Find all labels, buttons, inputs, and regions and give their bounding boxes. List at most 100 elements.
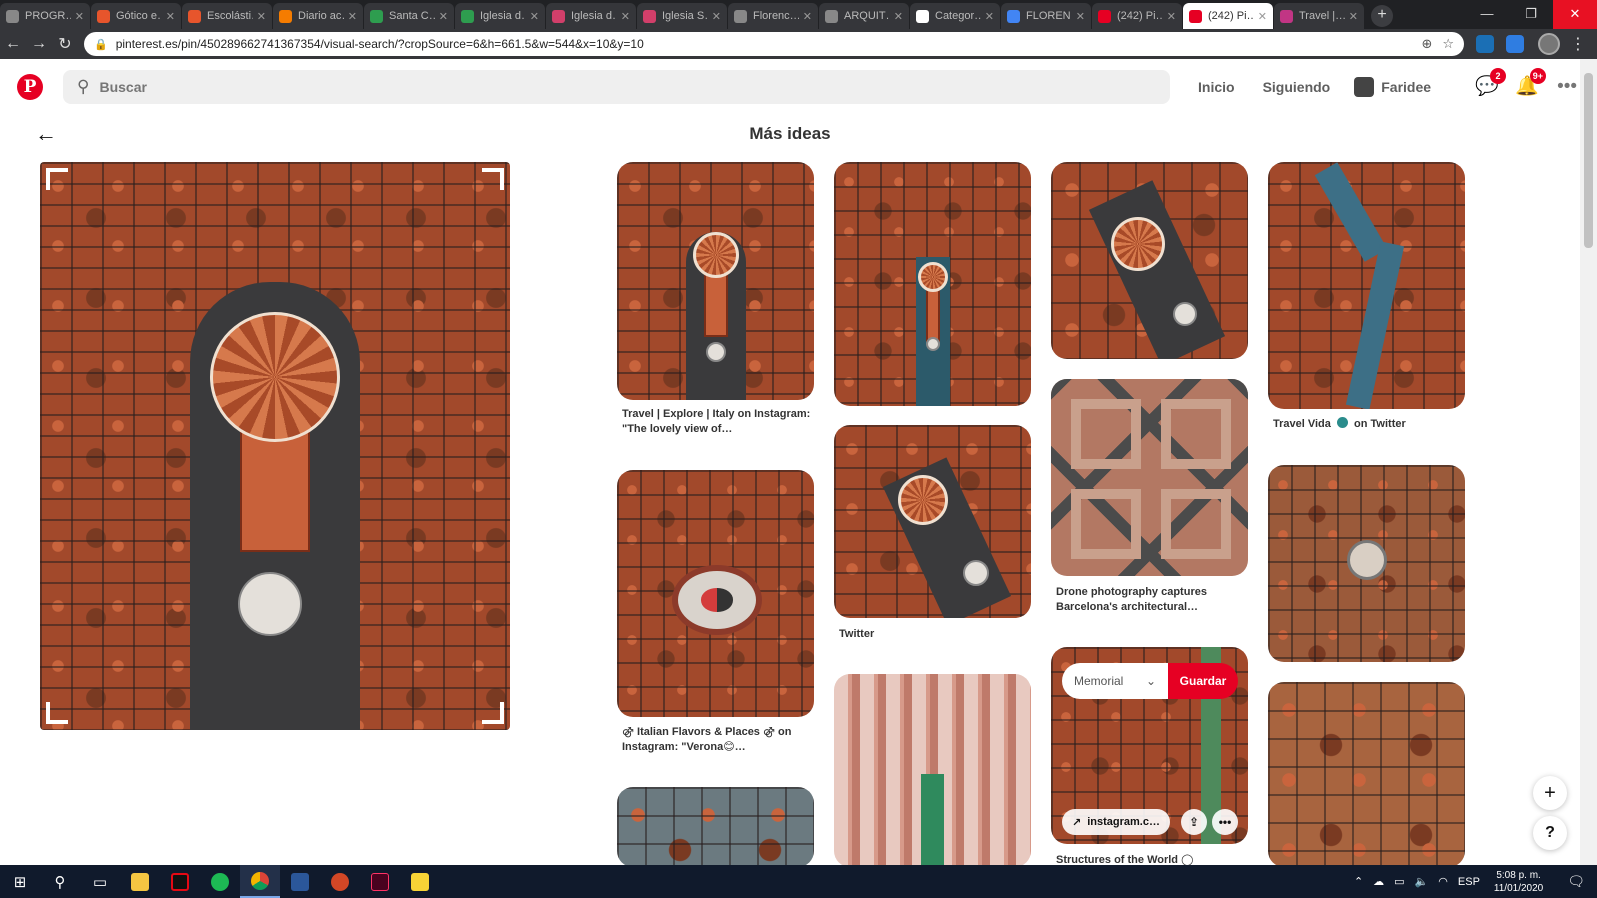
pin-caption[interactable]: Travel | Explore | Italy on Instagram: "…: [622, 407, 812, 437]
browser-tab[interactable]: Categor… ✕: [910, 3, 1000, 29]
nav-following[interactable]: Siguiendo: [1263, 79, 1331, 95]
netflix-icon[interactable]: [160, 865, 200, 898]
pin-card[interactable]: [617, 162, 814, 400]
close-tab-icon[interactable]: ✕: [75, 10, 84, 23]
messages-icon[interactable]: 💬 2: [1475, 68, 1507, 99]
pinterest-logo[interactable]: P: [17, 74, 43, 100]
system-clock[interactable]: 5:08 p. m. 11/01/2020: [1494, 869, 1543, 895]
search-icon[interactable]: ⚲: [40, 865, 80, 898]
back-arrow-icon[interactable]: ←: [0, 35, 26, 53]
browser-tab[interactable]: Escolásti… ✕: [182, 3, 272, 29]
close-tab-icon[interactable]: ✕: [439, 10, 448, 23]
pin-card[interactable]: [1051, 379, 1248, 576]
browser-tab[interactable]: Iglesia d… ✕: [455, 3, 545, 29]
cast-icon[interactable]: ⊕: [1421, 36, 1432, 52]
task-view-icon[interactable]: ▭: [80, 865, 120, 898]
file-explorer-icon[interactable]: [120, 865, 160, 898]
pin-card[interactable]: [1051, 162, 1248, 359]
crop-corner-handle[interactable]: [46, 168, 68, 190]
indesign-icon[interactable]: [360, 865, 400, 898]
browser-tab[interactable]: (242) Pi… ✕: [1092, 3, 1182, 29]
pin-caption[interactable]: Drone photography captures Barcelona's a…: [1056, 585, 1246, 615]
close-tab-icon[interactable]: ✕: [1167, 10, 1176, 23]
browser-tab[interactable]: (242) Pi… ✕: [1183, 3, 1273, 29]
browser-menu-icon[interactable]: ⋮: [1570, 34, 1586, 54]
cloud-icon[interactable]: ☁: [1373, 875, 1384, 888]
maximize-icon[interactable]: ❐: [1509, 0, 1553, 29]
crop-corner-handle[interactable]: [482, 168, 504, 190]
new-tab-button[interactable]: +: [1371, 5, 1393, 27]
main-pin-image[interactable]: [40, 162, 510, 730]
search-bar[interactable]: ⚲: [63, 70, 1170, 104]
search-input[interactable]: [99, 79, 1156, 95]
more-options-icon[interactable]: •••: [1212, 809, 1238, 835]
close-tab-icon[interactable]: ✕: [530, 10, 539, 23]
browser-tab[interactable]: Travel |… ✕: [1274, 3, 1364, 29]
pin-card[interactable]: [834, 674, 1031, 867]
chevron-up-icon[interactable]: ⌃: [1354, 875, 1363, 888]
close-tab-icon[interactable]: ✕: [166, 10, 175, 23]
browser-tab[interactable]: Gótico e… ✕: [91, 3, 181, 29]
sticky-notes-icon[interactable]: [400, 865, 440, 898]
browser-tab[interactable]: Iglesia d… ✕: [546, 3, 636, 29]
wifi-icon[interactable]: ◠: [1438, 875, 1448, 888]
close-tab-icon[interactable]: ✕: [621, 10, 630, 23]
more-options-icon[interactable]: •••: [1555, 75, 1579, 99]
close-tab-icon[interactable]: ✕: [1349, 10, 1358, 23]
pin-caption[interactable]: ⚣ Italian Flavors & Places ⚣ on Instagra…: [622, 725, 812, 755]
powerpoint-icon[interactable]: [320, 865, 360, 898]
close-tab-icon[interactable]: ✕: [257, 10, 266, 23]
browser-tab[interactable]: FLOREN… ✕: [1001, 3, 1091, 29]
crop-corner-handle[interactable]: [46, 702, 68, 724]
pin-card[interactable]: [617, 787, 814, 867]
user-profile-link[interactable]: Faridee: [1354, 77, 1431, 97]
save-button[interactable]: Guardar: [1168, 663, 1238, 699]
close-tab-icon[interactable]: ✕: [1076, 10, 1085, 23]
extension-icon[interactable]: [1476, 35, 1494, 53]
pin-card[interactable]: [834, 425, 1031, 618]
pin-card[interactable]: [1268, 465, 1465, 662]
bookmark-star-icon[interactable]: ☆: [1442, 36, 1454, 52]
nav-home[interactable]: Inicio: [1198, 79, 1235, 95]
profile-avatar[interactable]: [1538, 33, 1560, 55]
pin-card[interactable]: [1268, 162, 1465, 409]
close-tab-icon[interactable]: ✕: [985, 10, 994, 23]
pin-card[interactable]: [834, 162, 1031, 406]
close-tab-icon[interactable]: ✕: [348, 10, 357, 23]
pin-caption[interactable]: Twitter: [839, 627, 1029, 642]
notification-center-icon[interactable]: 🗨: [1567, 873, 1585, 890]
pin-caption[interactable]: Travel Vida on Twitter: [1273, 417, 1463, 432]
minimize-icon[interactable]: —: [1465, 0, 1509, 29]
scrollbar-thumb[interactable]: [1584, 73, 1593, 248]
help-button[interactable]: ?: [1533, 816, 1567, 850]
url-text[interactable]: pinterest.es/pin/450289662741367354/visu…: [116, 37, 1412, 51]
reload-icon[interactable]: ↻: [52, 34, 78, 54]
close-tab-icon[interactable]: ✕: [1258, 10, 1267, 23]
close-tab-icon[interactable]: ✕: [712, 10, 721, 23]
browser-tab[interactable]: Santa C… ✕: [364, 3, 454, 29]
close-tab-icon[interactable]: ✕: [803, 10, 812, 23]
browser-tab[interactable]: Diario ac… ✕: [273, 3, 363, 29]
extension-icon[interactable]: [1506, 35, 1524, 53]
browser-tab[interactable]: ARQUIT… ✕: [819, 3, 909, 29]
source-link-button[interactable]: ↗ instagram.c…: [1062, 809, 1170, 835]
browser-tab[interactable]: Iglesia S… ✕: [637, 3, 727, 29]
share-icon[interactable]: ⇪: [1181, 809, 1207, 835]
close-window-icon[interactable]: ✕: [1553, 0, 1597, 29]
address-bar[interactable]: 🔒 pinterest.es/pin/450289662741367354/vi…: [84, 32, 1464, 56]
browser-tab[interactable]: Florenc… ✕: [728, 3, 818, 29]
word-icon[interactable]: [280, 865, 320, 898]
battery-icon[interactable]: ▭: [1394, 875, 1404, 888]
close-tab-icon[interactable]: ✕: [894, 10, 903, 23]
spotify-icon[interactable]: [200, 865, 240, 898]
windows-start-icon[interactable]: ⊞: [0, 865, 40, 898]
crop-corner-handle[interactable]: [482, 702, 504, 724]
notifications-icon[interactable]: 🔔 9+: [1515, 68, 1547, 99]
chrome-icon[interactable]: [240, 865, 280, 898]
volume-icon[interactable]: 🔈: [1415, 875, 1429, 888]
add-button[interactable]: +: [1533, 776, 1567, 810]
board-select-dropdown[interactable]: Memorial ⌄: [1062, 663, 1168, 699]
forward-arrow-icon[interactable]: →: [26, 35, 52, 53]
pin-card[interactable]: [617, 470, 814, 717]
browser-tab[interactable]: PROGR… ✕: [0, 3, 90, 29]
